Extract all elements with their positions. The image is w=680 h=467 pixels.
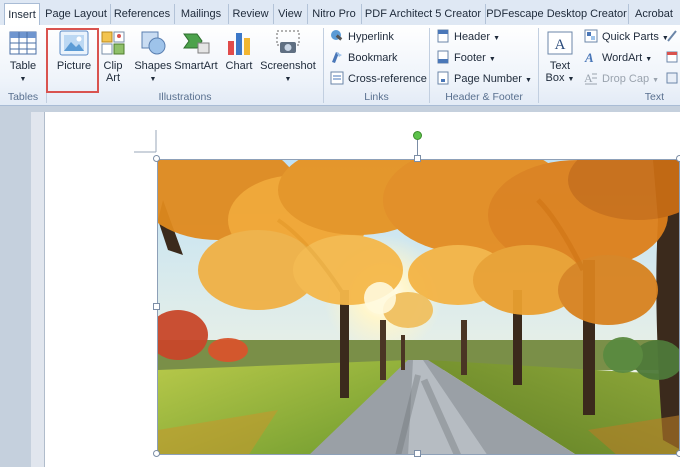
cross-reference-label: Cross-reference: [348, 73, 427, 85]
chevron-down-icon: ▼: [645, 56, 653, 63]
page-number-label: Page Number: [454, 73, 522, 85]
tab-acrobat[interactable]: Acrobat: [628, 4, 679, 24]
shapes-icon: [141, 31, 166, 55]
screenshot-icon: [276, 30, 300, 53]
bookmark-icon: [332, 52, 342, 63]
quick-parts-label: Quick Parts: [602, 31, 659, 43]
bookmark-button[interactable]: Bookmark: [330, 49, 398, 67]
smartart-button[interactable]: SmartArt: [174, 29, 218, 72]
rotate-handle[interactable]: [413, 131, 422, 140]
chevron-down-icon: ▼: [652, 77, 660, 84]
table-icon: [9, 31, 37, 55]
picture-button-highlight: [46, 28, 99, 93]
tab-view[interactable]: View: [273, 4, 306, 24]
header-icon: [437, 29, 449, 43]
text-box-icon: A: [547, 31, 573, 55]
shapes-button[interactable]: Shapes ▼: [132, 29, 174, 86]
cross-reference-button[interactable]: Cross-reference: [330, 70, 427, 88]
screenshot-button[interactable]: Screenshot ▼: [258, 29, 318, 86]
inserted-picture[interactable]: [157, 159, 680, 455]
table-button[interactable]: Table ▼: [4, 29, 42, 86]
chevron-down-icon: ▼: [19, 76, 27, 83]
calendar-icon: [666, 51, 678, 63]
hyperlink-icon: [331, 30, 343, 41]
resize-handle-top-left[interactable]: [153, 155, 160, 162]
resize-handle-bottom-left[interactable]: [153, 450, 160, 457]
pencil-icon: [667, 30, 677, 42]
resize-handle-middle-left[interactable]: [153, 303, 160, 310]
chevron-down-icon: ▼: [524, 77, 532, 84]
hyperlink-button[interactable]: Hyperlink: [330, 28, 394, 46]
group-label-text-inner: Text: [644, 91, 664, 103]
chart-button[interactable]: Chart: [222, 29, 256, 72]
smartart-label: SmartArt: [174, 60, 218, 72]
tab-page-layout[interactable]: Page Layout: [44, 4, 108, 24]
text-box-label-2: Box: [545, 72, 565, 84]
text-box-label-1: Text: [549, 60, 571, 72]
group-label-links: Links: [364, 91, 389, 103]
svg-text:A: A: [584, 71, 593, 85]
drop-cap-icon: A: [584, 71, 597, 85]
group-label-header-footer: Header & Footer: [445, 91, 523, 103]
tab-mailings[interactable]: Mailings: [174, 4, 227, 24]
drop-cap-label: Drop Cap: [602, 73, 650, 85]
cross-reference-icon: [330, 71, 344, 85]
date-time-button[interactable]: [666, 49, 680, 67]
footer-button[interactable]: Footer ▼: [436, 49, 496, 67]
group-label-tables: Tables: [7, 91, 39, 103]
bookmark-label: Bookmark: [348, 52, 398, 64]
autumn-park-image: [158, 160, 679, 454]
screenshot-label: Screenshot: [260, 60, 316, 72]
text-box-button[interactable]: A Text Box ▼: [541, 29, 579, 86]
svg-text:A: A: [584, 50, 594, 64]
chevron-down-icon: ▼: [493, 35, 501, 42]
tab-review[interactable]: Review: [228, 4, 272, 24]
resize-handle-top-right[interactable]: [676, 155, 680, 162]
ribbon-tab-bar: Insert Page Layout References Mailings R…: [0, 0, 680, 27]
page-number-button[interactable]: Page Number ▼: [436, 70, 532, 88]
svg-text:A: A: [555, 37, 566, 53]
chevron-down-icon: ▼: [284, 76, 292, 83]
header-button[interactable]: Header ▼: [436, 28, 500, 46]
object-button[interactable]: [666, 70, 680, 88]
hyperlink-label: Hyperlink: [348, 31, 394, 43]
footer-icon: [437, 50, 449, 64]
clip-art-label-2: Art: [105, 72, 121, 84]
chevron-down-icon: ▼: [149, 76, 157, 83]
signature-line-button[interactable]: [666, 28, 680, 46]
tab-nitro-pro[interactable]: Nitro Pro: [307, 4, 360, 24]
tab-references[interactable]: References: [110, 4, 173, 24]
resize-handle-bottom-right[interactable]: [676, 450, 680, 457]
clip-art-label-1: Clip: [103, 60, 123, 72]
clip-art-icon: [101, 31, 125, 55]
group-label-text: Text: [539, 91, 680, 103]
smartart-icon: [183, 33, 210, 54]
tab-pdf-architect[interactable]: PDF Architect 5 Creator: [361, 4, 484, 24]
vertical-ruler: [31, 112, 45, 467]
rotate-handle-stem: [417, 140, 418, 155]
wordart-button[interactable]: A WordArt ▼: [584, 49, 652, 67]
wordart-icon: A: [584, 50, 594, 65]
footer-label: Footer: [454, 52, 486, 64]
shapes-label: Shapes: [134, 60, 172, 72]
ribbon-insert: Table▼ Tables Picture ClipArt Shapes▼: [0, 25, 680, 106]
header-label: Header: [454, 31, 491, 43]
chart-label: Chart: [225, 60, 253, 72]
margin-marker: [134, 130, 157, 153]
chart-icon: [228, 33, 250, 55]
chevron-down-icon: ▼: [567, 76, 575, 83]
quick-parts-icon: [584, 29, 598, 43]
object-icon: [666, 72, 678, 84]
quick-parts-button[interactable]: Quick Parts ▼: [584, 28, 669, 46]
chevron-down-icon: ▼: [488, 56, 496, 63]
resize-handle-top-center[interactable]: [414, 155, 421, 162]
table-label: Table: [9, 60, 37, 72]
resize-handle-bottom-center[interactable]: [414, 450, 421, 457]
drop-cap-button[interactable]: A Drop Cap ▼: [584, 70, 659, 88]
page-number-icon: [437, 71, 449, 85]
wordart-label: WordArt: [602, 52, 643, 64]
tab-insert[interactable]: Insert: [4, 3, 40, 27]
tab-pdfescape[interactable]: PDFescape Desktop Creator: [485, 4, 627, 24]
clip-art-button[interactable]: Clip Art: [100, 29, 126, 84]
